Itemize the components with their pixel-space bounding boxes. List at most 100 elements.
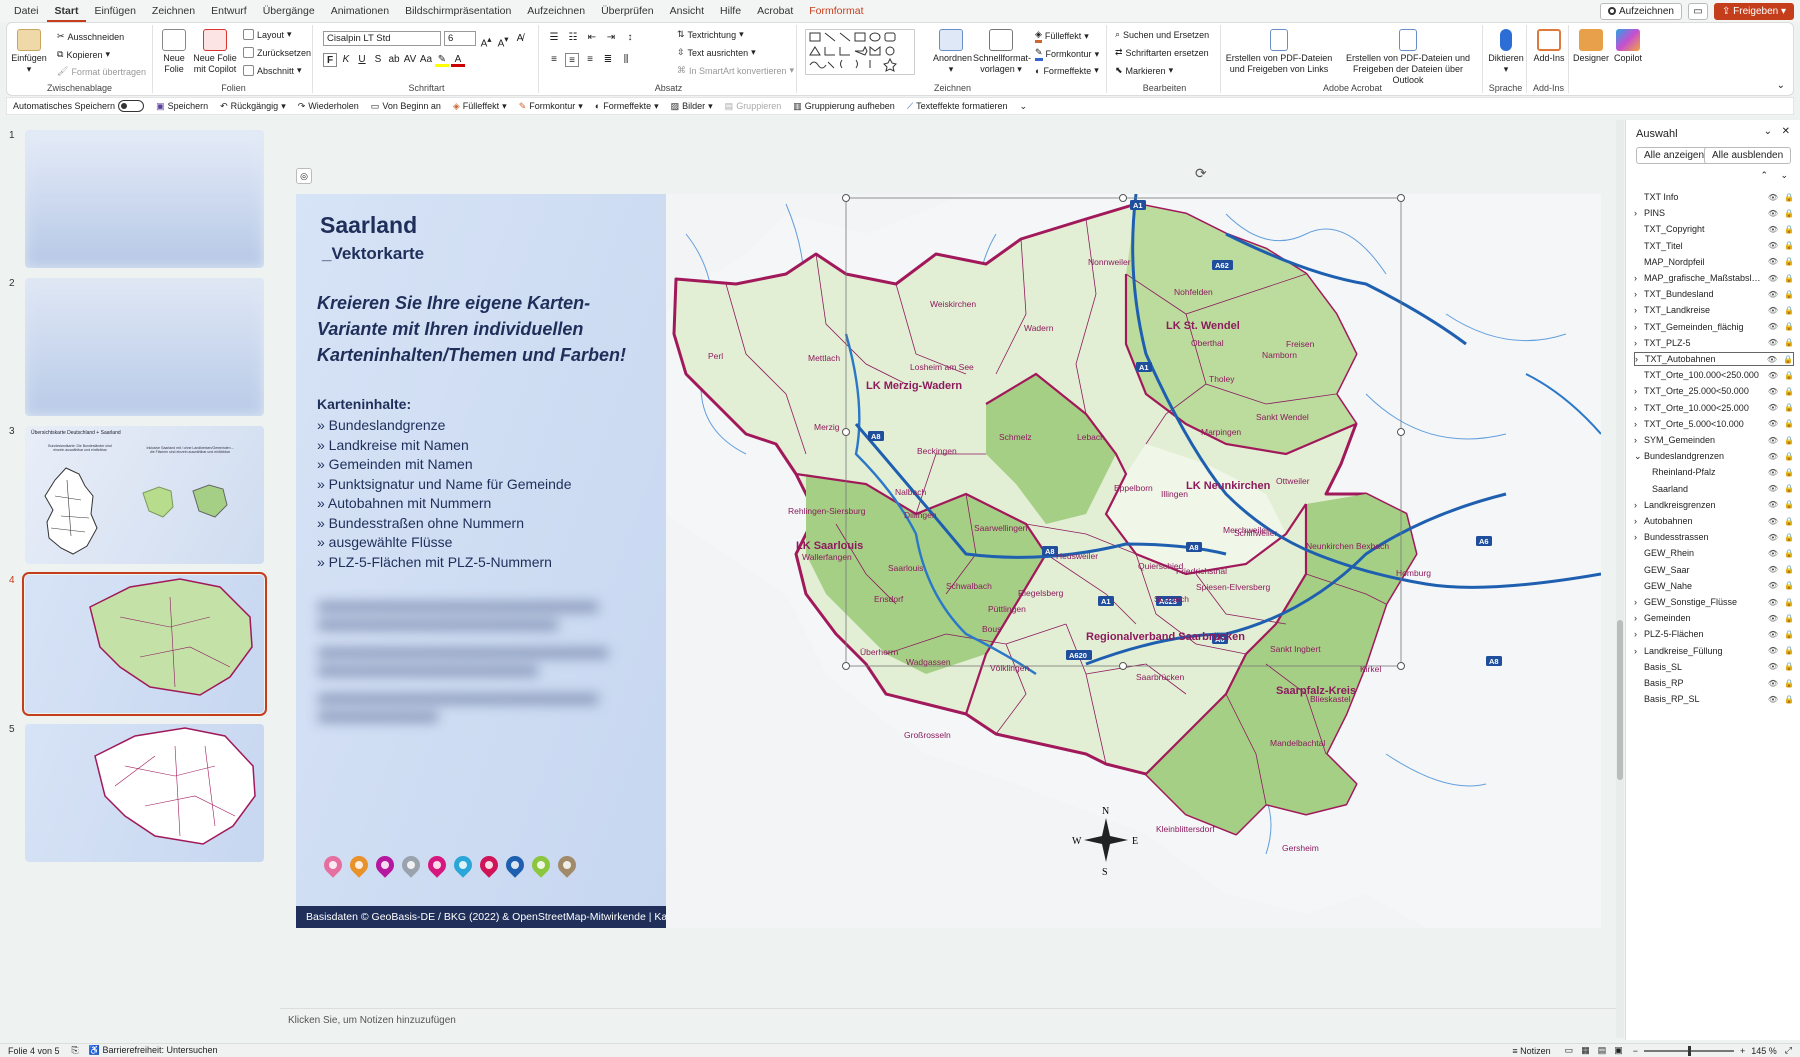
eye-icon[interactable]: 👁 xyxy=(1768,695,1778,704)
layer-item[interactable]: GEW_Saar 👁 🔒 xyxy=(1634,563,1794,577)
qat-pictures-button[interactable]: ▨ Bilder ▾ xyxy=(671,101,713,112)
map-pin-icon[interactable] xyxy=(424,852,450,878)
town-label[interactable]: Saarlouis xyxy=(888,563,923,573)
zoom-slider[interactable] xyxy=(1644,1045,1734,1056)
qat-text-effects-button[interactable]: ⟋ Texteffekte formatieren xyxy=(907,101,1008,112)
map-pin-icon[interactable] xyxy=(528,852,554,878)
lock-icon[interactable]: 🔒 xyxy=(1784,468,1794,477)
zoom-in-icon[interactable]: + xyxy=(1740,1046,1745,1056)
collapse-ribbon-icon[interactable]: ⌄ xyxy=(1777,80,1785,91)
expand-chevron-icon[interactable]: › xyxy=(1634,208,1644,218)
font-name-select[interactable]: Cisalpin LT Std xyxy=(323,31,441,46)
town-label[interactable]: Wallerfangen xyxy=(802,552,852,562)
lock-icon[interactable]: 🔒 xyxy=(1784,306,1794,315)
from-beginning-button[interactable]: ▭ Von Beginn an xyxy=(371,101,441,112)
tab-aufzeichnen[interactable]: Aufzeichnen xyxy=(519,0,593,22)
normal-view-icon[interactable]: ▭ xyxy=(1565,1045,1574,1056)
tab-praesentation[interactable]: Bildschirmpräsentation xyxy=(397,0,519,22)
shape-effects-button[interactable]: ◐ Formeffekte ▾ xyxy=(1035,65,1099,76)
font-color-icon[interactable]: A xyxy=(451,53,465,67)
layer-item[interactable]: GEW_Rhein 👁 🔒 xyxy=(1634,546,1794,560)
eye-icon[interactable]: 👁 xyxy=(1768,468,1778,477)
underline-icon[interactable]: U xyxy=(355,53,369,67)
town-label[interactable]: Rehlingen-Siersburg xyxy=(788,506,866,516)
section-button[interactable]: Abschnitt ▾ xyxy=(243,65,302,76)
increase-indent-icon[interactable]: ⇥ xyxy=(604,31,618,45)
layer-item[interactable]: Basis_RP_SL 👁 🔒 xyxy=(1634,692,1794,706)
eye-icon[interactable]: 👁 xyxy=(1768,436,1778,445)
layer-item[interactable]: ⌄ Bundeslandgrenzen 👁 🔒 xyxy=(1634,449,1794,463)
layer-item[interactable]: › TXT_Orte_10.000<25.000 👁 🔒 xyxy=(1634,401,1794,415)
designer-button[interactable]: Designer xyxy=(1573,29,1609,64)
town-label[interactable]: Schmelz xyxy=(999,432,1032,442)
tab-ueberpruefen[interactable]: Überprüfen xyxy=(593,0,662,22)
font-size-select[interactable]: 6 xyxy=(444,31,476,46)
layer-item[interactable]: TXT Info 👁 🔒 xyxy=(1634,190,1794,204)
justify-icon[interactable]: ≣ xyxy=(601,53,615,67)
copilot-slide-icon[interactable]: ◎ xyxy=(296,168,312,184)
tab-datei[interactable]: Datei xyxy=(6,0,47,22)
lock-icon[interactable]: 🔒 xyxy=(1784,500,1794,509)
layer-item[interactable]: › Landkreisgrenzen 👁 🔒 xyxy=(1634,498,1794,512)
eye-icon[interactable]: 👁 xyxy=(1768,225,1778,234)
eye-icon[interactable]: 👁 xyxy=(1767,355,1777,364)
layer-item[interactable]: › PLZ-5-Flächen 👁 🔒 xyxy=(1634,627,1794,641)
expand-chevron-icon[interactable]: › xyxy=(1634,338,1644,348)
dictate-button[interactable]: Diktieren ▾ xyxy=(1487,29,1525,75)
town-label[interactable]: Riegelsberg xyxy=(1018,588,1064,598)
district-label[interactable]: Regionalverband Saarbrücken xyxy=(1086,631,1245,643)
town-label[interactable]: Nonnweiler xyxy=(1088,257,1131,267)
addins-button[interactable]: Add-Ins xyxy=(1531,29,1567,64)
clear-format-icon[interactable]: A̸ xyxy=(513,32,527,46)
vertical-scrollbar[interactable] xyxy=(1616,120,1624,1038)
eye-icon[interactable]: 👁 xyxy=(1768,241,1778,250)
qat-effects-button[interactable]: ◐ Formeffekte ▾ xyxy=(595,101,659,112)
layer-item[interactable]: Basis_RP 👁 🔒 xyxy=(1634,676,1794,690)
saarland-map[interactable]: N S E W A1A62A1A8A8 A8A1 A623A6A620A6A8 Pe… xyxy=(666,194,1601,928)
district-label[interactable]: LK Neunkirchen xyxy=(1186,480,1271,492)
town-label[interactable]: Sankt Wendel xyxy=(1256,412,1309,422)
expand-chevron-icon[interactable]: › xyxy=(1634,613,1644,623)
close-icon[interactable]: ✕ xyxy=(1782,126,1790,137)
map-pin-icon[interactable] xyxy=(554,852,580,878)
layer-item[interactable]: › TXT_Autobahnen 👁 🔒 xyxy=(1634,352,1794,366)
eye-icon[interactable]: 👁 xyxy=(1768,290,1778,299)
town-label[interactable]: Marpingen xyxy=(1201,427,1241,437)
fit-slide-icon[interactable]: ⤢ xyxy=(1785,1045,1792,1056)
town-label[interactable]: Ottweiler xyxy=(1276,476,1310,486)
town-label[interactable]: Kirkel xyxy=(1360,664,1381,674)
move-down-icon[interactable]: ⌄ xyxy=(1780,170,1788,181)
tab-zeichnen[interactable]: Zeichnen xyxy=(144,0,203,22)
lock-icon[interactable]: 🔒 xyxy=(1784,452,1794,461)
map-pin-icon[interactable] xyxy=(346,852,372,878)
lock-icon[interactable]: 🔒 xyxy=(1784,581,1794,590)
slide-thumbnail-5[interactable] xyxy=(25,724,264,862)
layer-item[interactable]: › TXT_Gemeinden_flächig 👁 🔒 xyxy=(1634,320,1794,334)
town-label[interactable]: Saarbrücken xyxy=(1136,672,1184,682)
strike-icon[interactable]: S xyxy=(371,53,385,67)
lock-icon[interactable]: 🔒 xyxy=(1784,403,1794,412)
tab-start[interactable]: Start xyxy=(46,0,87,22)
reading-view-icon[interactable]: ▤ xyxy=(1598,1045,1607,1056)
tab-einfuegen[interactable]: Einfügen xyxy=(86,0,143,22)
reset-button[interactable]: Zurücksetzen xyxy=(243,47,311,58)
expand-chevron-icon[interactable]: › xyxy=(1634,646,1644,656)
align-text-button[interactable]: ⇳ Text ausrichten ▾ xyxy=(677,47,756,58)
slide-canvas[interactable]: Saarland _Vektorkarte Kreieren Sie Ihre … xyxy=(296,194,1601,928)
town-label[interactable]: Spiesen-Elversberg xyxy=(1196,582,1270,592)
town-label[interactable]: Perl xyxy=(708,351,723,361)
town-label[interactable]: Mandelbachtal xyxy=(1270,738,1325,748)
line-spacing-icon[interactable]: ↕ xyxy=(623,31,637,45)
expand-chevron-icon[interactable]: › xyxy=(1634,500,1644,510)
layer-item[interactable]: › SYM_Gemeinden 👁 🔒 xyxy=(1634,433,1794,447)
tab-hilfe[interactable]: Hilfe xyxy=(712,0,749,22)
district-label[interactable]: Saarpfalz-Kreis xyxy=(1276,685,1356,697)
qat-outline-button[interactable]: ✎ Formkontur ▾ xyxy=(519,101,583,112)
spellcheck-icon[interactable]: ⎘ xyxy=(72,1045,79,1056)
new-slide-copilot-button[interactable]: Neue Folie mit Copilot xyxy=(193,29,237,75)
numbering-icon[interactable]: ☷ xyxy=(566,31,580,45)
town-label[interactable]: Namborn xyxy=(1262,350,1297,360)
shadow-icon[interactable]: ab xyxy=(387,53,401,67)
expand-chevron-icon[interactable]: › xyxy=(1634,532,1644,542)
tab-animationen[interactable]: Animationen xyxy=(323,0,397,22)
